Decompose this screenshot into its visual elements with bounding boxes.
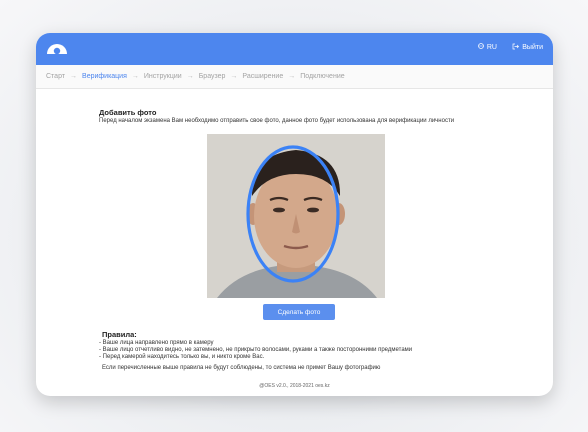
step-label: Браузер bbox=[198, 73, 226, 80]
language-label: RU bbox=[486, 43, 497, 51]
step-separator-icon: → bbox=[230, 73, 238, 80]
rule-item: - Ваше лица направлено прямо в камеру bbox=[99, 340, 214, 346]
step-label: Подключение bbox=[300, 73, 345, 80]
eye-logo-icon[interactable] bbox=[46, 41, 68, 55]
logout-icon bbox=[512, 43, 520, 52]
step-separator-icon: → bbox=[288, 73, 296, 80]
progress-steps: Старт → Верификация → Инструкции → Брауз… bbox=[36, 65, 553, 89]
rules-list: - Ваше лица направлено прямо в камеру - … bbox=[99, 340, 412, 361]
step-connection[interactable]: Подключение bbox=[300, 73, 344, 80]
main-content: Добавить фото Перед началом экзамена Вам… bbox=[36, 89, 553, 396]
rule-item: - Перед камерой находитесь только вы, и … bbox=[99, 354, 265, 360]
step-separator-icon: → bbox=[70, 73, 78, 80]
step-start[interactable]: Старт bbox=[46, 73, 65, 80]
step-label: Верификация bbox=[82, 73, 127, 80]
step-browser[interactable]: Браузер bbox=[199, 73, 226, 80]
step-separator-icon: → bbox=[186, 73, 194, 80]
step-label: Старт bbox=[46, 73, 66, 80]
rule-item: - Ваше лицо отчетливо видно, не затемнен… bbox=[99, 347, 413, 353]
footer-copyright: @OES v2.0., 2018-2021 oes.kz bbox=[259, 383, 330, 389]
rules-title: Правила: bbox=[102, 330, 137, 339]
camera-preview bbox=[207, 134, 385, 298]
globe-icon bbox=[478, 43, 484, 51]
step-instructions[interactable]: Инструкции bbox=[144, 73, 182, 80]
app-window: RU Выйти Старт → Верификация → Инструкци… bbox=[36, 33, 553, 396]
top-bar: RU Выйти bbox=[36, 33, 553, 65]
page-subtitle: Перед началом экзамена Вам необходимо от… bbox=[99, 118, 455, 124]
logout-button[interactable]: Выйти bbox=[512, 43, 543, 52]
rules-warning: Если перечисленные выше правила не будут… bbox=[102, 365, 381, 371]
step-extension[interactable]: Расширение bbox=[242, 73, 283, 80]
face-photo bbox=[207, 134, 385, 298]
take-photo-button[interactable]: Сделать фото bbox=[263, 304, 335, 320]
step-label: Расширение bbox=[242, 73, 284, 80]
step-separator-icon: → bbox=[131, 73, 139, 80]
language-switch[interactable]: RU bbox=[478, 43, 497, 51]
step-label: Инструкции bbox=[143, 73, 182, 80]
page-title: Добавить фото bbox=[99, 108, 157, 117]
step-verification[interactable]: Верификация bbox=[82, 73, 127, 80]
logout-label: Выйти bbox=[522, 44, 543, 51]
